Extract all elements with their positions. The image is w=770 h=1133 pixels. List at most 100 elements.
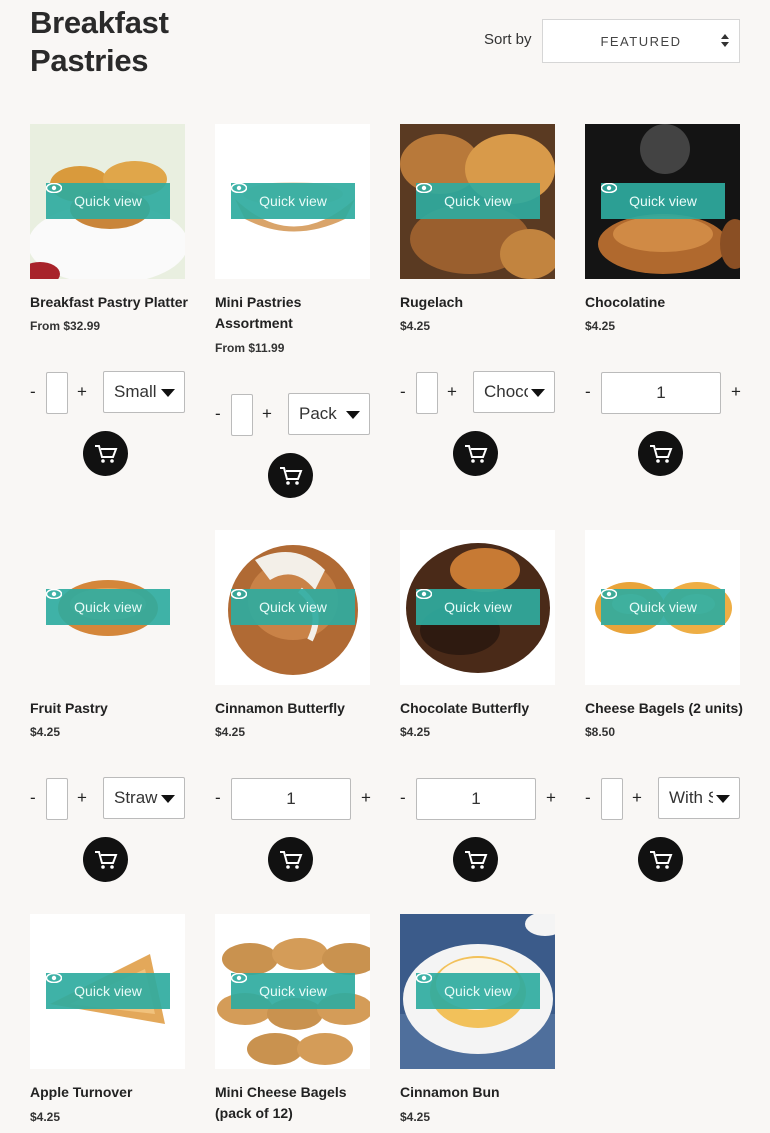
- product-name[interactable]: Chocolate Butterfly: [400, 698, 560, 719]
- variant-select[interactable]: With S: [658, 777, 740, 819]
- decrease-quantity-button[interactable]: -: [400, 382, 406, 402]
- add-to-cart-button[interactable]: [453, 837, 498, 882]
- quick-view-button[interactable]: Quick view: [46, 589, 170, 625]
- eye-icon: [416, 589, 432, 599]
- variant-select[interactable]: Pack: [288, 393, 370, 435]
- quick-view-button[interactable]: Quick view: [416, 973, 540, 1009]
- quantity-input[interactable]: [416, 372, 438, 414]
- quick-view-button[interactable]: Quick view: [416, 183, 540, 219]
- eye-icon: [46, 973, 62, 983]
- variant-select[interactable]: Choco: [473, 371, 555, 413]
- product-image[interactable]: Quick view: [400, 914, 555, 1069]
- quick-view-label: Quick view: [74, 599, 142, 615]
- quick-view-button[interactable]: Quick view: [46, 973, 170, 1009]
- increase-quantity-button[interactable]: +: [77, 382, 87, 402]
- quick-view-label: Quick view: [259, 193, 327, 209]
- cart-icon: [94, 850, 117, 869]
- increase-quantity-button[interactable]: +: [546, 788, 556, 808]
- decrease-quantity-button[interactable]: -: [400, 788, 406, 808]
- add-to-cart-button[interactable]: [638, 837, 683, 882]
- variant-select[interactable]: Straw: [103, 777, 185, 819]
- quantity-input[interactable]: 1: [416, 778, 536, 820]
- variant-value: Straw: [114, 788, 158, 807]
- quick-view-button[interactable]: Quick view: [601, 589, 725, 625]
- quantity-input[interactable]: [231, 394, 253, 436]
- sort-label: Sort by: [484, 31, 532, 48]
- increase-quantity-button[interactable]: +: [77, 788, 87, 808]
- product-price: $4.25: [585, 319, 616, 333]
- quick-view-label: Quick view: [629, 599, 697, 615]
- quantity-input[interactable]: 1: [231, 778, 351, 820]
- page-title: Breakfast Pastries: [30, 5, 169, 78]
- product-name[interactable]: Mini Pastries Assortment: [215, 292, 375, 334]
- eye-icon: [46, 183, 62, 193]
- decrease-quantity-button[interactable]: -: [585, 382, 591, 402]
- product-image[interactable]: Quick view: [215, 530, 370, 685]
- select-arrows-icon: [721, 34, 729, 48]
- product-image[interactable]: Quick view: [30, 530, 185, 685]
- quick-view-button[interactable]: Quick view: [601, 183, 725, 219]
- increase-quantity-button[interactable]: +: [731, 382, 741, 402]
- variant-value: With S: [669, 788, 713, 807]
- product-image[interactable]: Quick view: [215, 124, 370, 279]
- add-to-cart-button[interactable]: [268, 453, 313, 498]
- add-to-cart-button[interactable]: [83, 431, 128, 476]
- decrease-quantity-button[interactable]: -: [215, 788, 221, 808]
- product-image[interactable]: Quick view: [400, 124, 555, 279]
- quick-view-label: Quick view: [444, 193, 512, 209]
- product-image[interactable]: Quick view: [400, 530, 555, 685]
- product-price: $4.25: [30, 725, 61, 739]
- variant-select[interactable]: Small: [103, 371, 185, 413]
- add-to-cart-button[interactable]: [83, 837, 128, 882]
- caret-down-icon: [531, 389, 545, 397]
- quantity-input[interactable]: [46, 372, 68, 414]
- product-price: $8.50: [585, 725, 616, 739]
- decrease-quantity-button[interactable]: -: [30, 788, 36, 808]
- add-to-cart-button[interactable]: [453, 431, 498, 476]
- quick-view-button[interactable]: Quick view: [416, 589, 540, 625]
- product-image[interactable]: Quick view: [585, 530, 740, 685]
- product-image[interactable]: Quick view: [30, 914, 185, 1069]
- cart-icon: [464, 444, 487, 463]
- caret-down-icon: [716, 795, 730, 803]
- product-price: $4.25: [400, 319, 431, 333]
- product-name[interactable]: Fruit Pastry: [30, 698, 190, 719]
- product-name[interactable]: Rugelach: [400, 292, 560, 313]
- add-to-cart-button[interactable]: [268, 837, 313, 882]
- quantity-input[interactable]: [46, 778, 68, 820]
- product-image[interactable]: Quick view: [585, 124, 740, 279]
- cart-icon: [279, 466, 302, 485]
- product-name[interactable]: Cinnamon Bun: [400, 1082, 560, 1103]
- increase-quantity-button[interactable]: +: [447, 382, 457, 402]
- product-name[interactable]: Breakfast Pastry Platter: [30, 292, 190, 313]
- product-price: From $32.99: [30, 319, 101, 333]
- product-image[interactable]: Quick view: [30, 124, 185, 279]
- decrease-quantity-button[interactable]: -: [215, 404, 221, 424]
- product-name[interactable]: Apple Turnover: [30, 1082, 190, 1103]
- product-name[interactable]: Cheese Bagels (2 units): [585, 698, 745, 719]
- eye-icon: [601, 589, 617, 599]
- quantity-input[interactable]: 1: [601, 372, 721, 414]
- cart-icon: [649, 850, 672, 869]
- product-name[interactable]: Cinnamon Butterfly: [215, 698, 375, 719]
- quick-view-label: Quick view: [444, 599, 512, 615]
- quick-view-button[interactable]: Quick view: [231, 589, 355, 625]
- product-name[interactable]: Chocolatine: [585, 292, 745, 313]
- quantity-input[interactable]: [601, 778, 623, 820]
- product-image[interactable]: Quick view: [215, 914, 370, 1069]
- quick-view-button[interactable]: Quick view: [231, 973, 355, 1009]
- increase-quantity-button[interactable]: +: [262, 404, 272, 424]
- decrease-quantity-button[interactable]: -: [585, 788, 591, 808]
- quick-view-button[interactable]: Quick view: [46, 183, 170, 219]
- product-price: $4.25: [30, 1110, 61, 1124]
- decrease-quantity-button[interactable]: -: [30, 382, 36, 402]
- quick-view-label: Quick view: [259, 599, 327, 615]
- product-name[interactable]: Mini Cheese Bagels (pack of 12): [215, 1082, 375, 1124]
- increase-quantity-button[interactable]: +: [361, 788, 371, 808]
- sort-select[interactable]: FEATURED: [542, 19, 740, 63]
- quick-view-button[interactable]: Quick view: [231, 183, 355, 219]
- quick-view-label: Quick view: [74, 983, 142, 999]
- eye-icon: [231, 973, 247, 983]
- increase-quantity-button[interactable]: +: [632, 788, 642, 808]
- add-to-cart-button[interactable]: [638, 431, 683, 476]
